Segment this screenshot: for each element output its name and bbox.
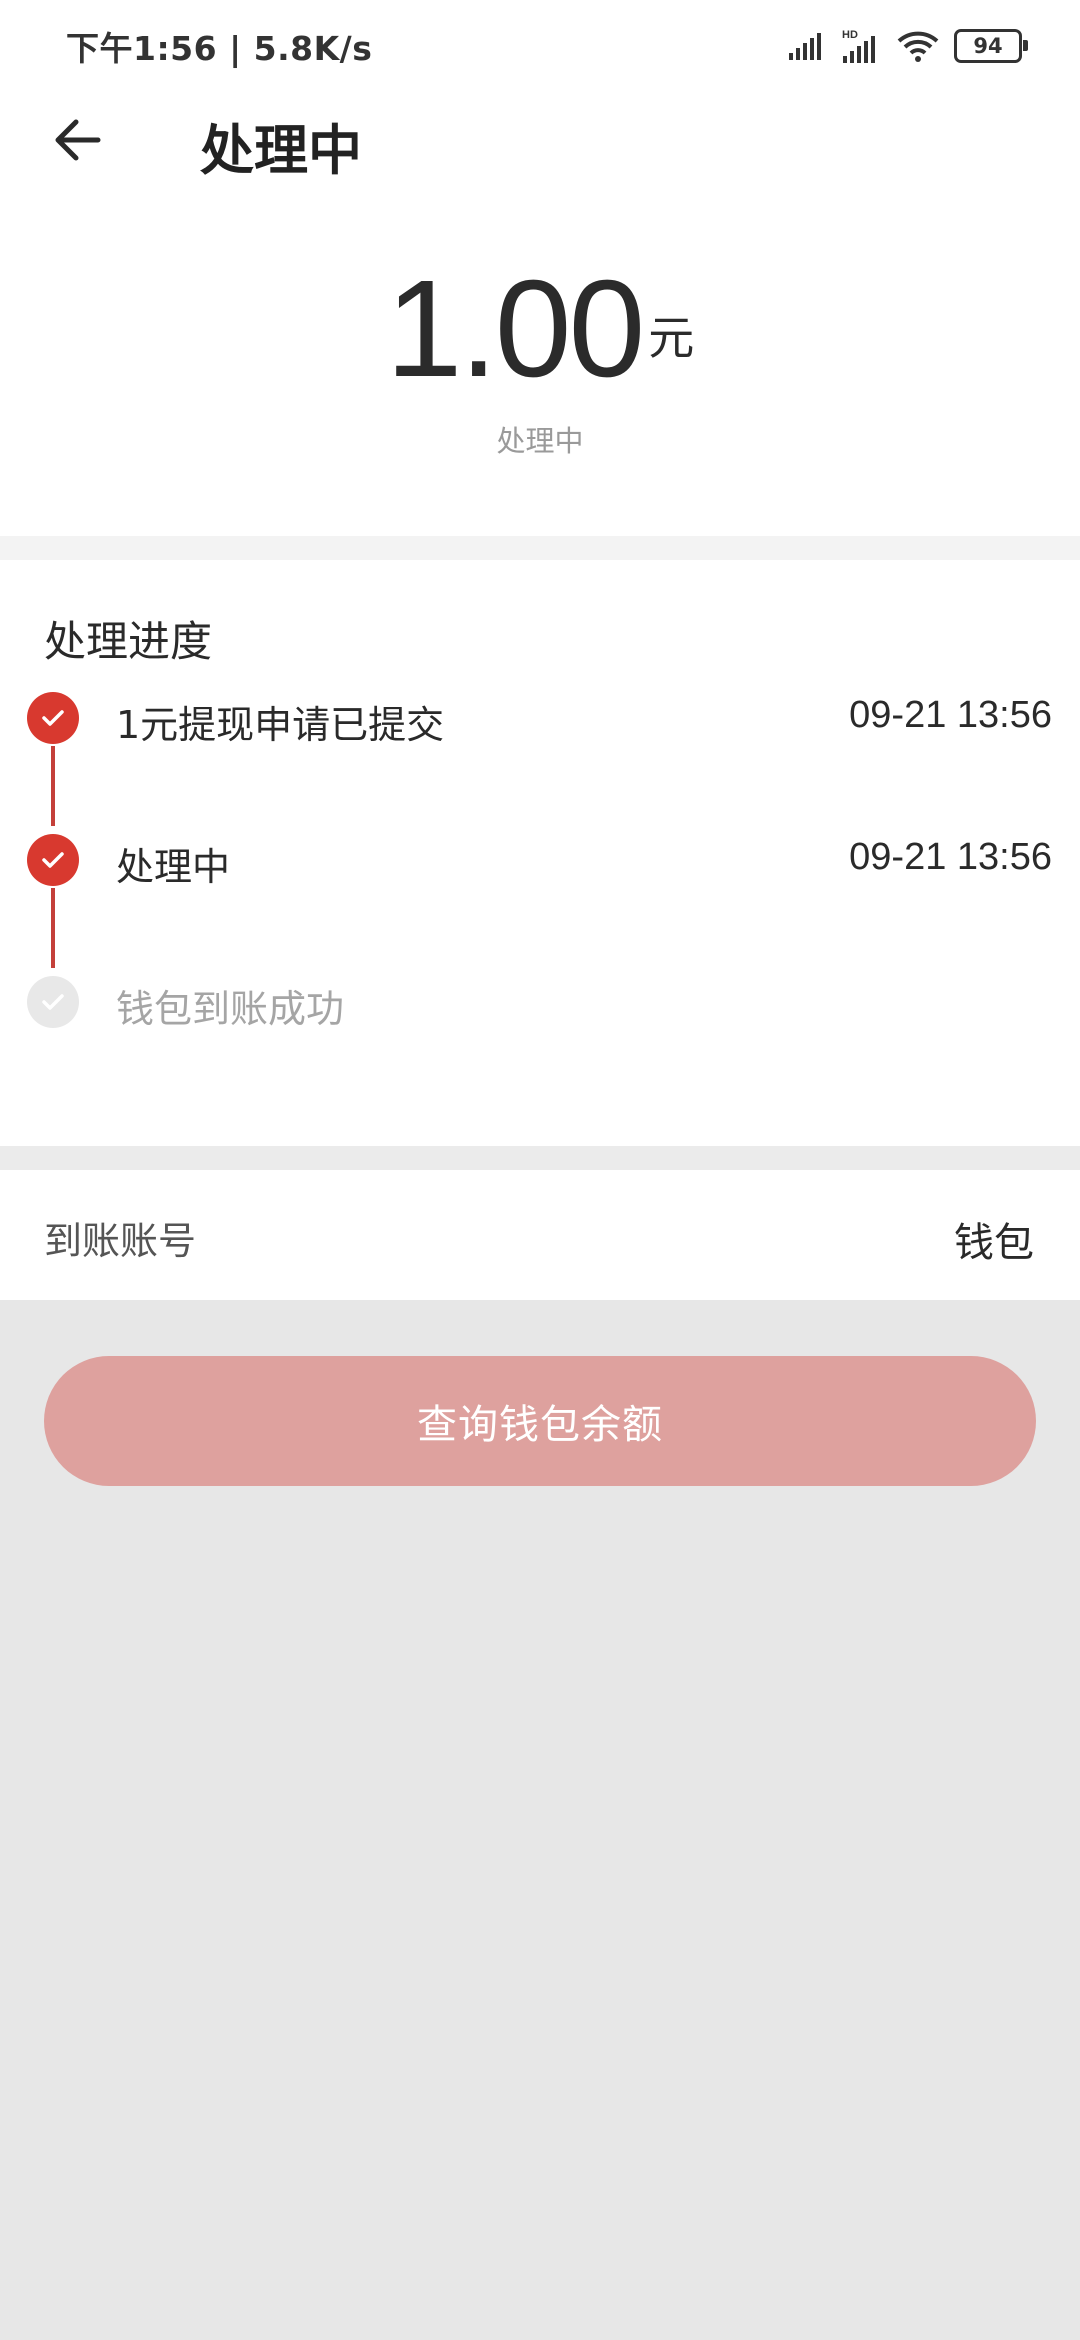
wifi-icon <box>897 31 939 62</box>
check-icon <box>27 834 79 886</box>
step-time: 09-21 13:56 <box>849 694 1052 736</box>
progress-connector <box>51 746 55 826</box>
account-row: 到账账号 钱包 <box>0 1170 1080 1300</box>
signal-icon <box>789 33 821 60</box>
check-icon <box>27 692 79 744</box>
amount-unit: 元 <box>648 311 695 365</box>
check-icon <box>27 976 79 1028</box>
progress-connector <box>51 888 55 968</box>
step-label: 钱包到账成功 <box>116 987 345 1031</box>
step-label: 1元提现申请已提交 <box>116 703 445 747</box>
step-time: 09-21 13:56 <box>849 836 1052 878</box>
battery-icon: 94 <box>954 29 1028 63</box>
status-icons: HD 94 <box>788 26 1028 66</box>
amount-section: 1.00 元 处理中 <box>0 200 1080 536</box>
progress-step: 1元提现申请已提交 09-21 13:56 <box>0 688 1080 748</box>
section-divider <box>0 536 1080 560</box>
app-header: 处理中 <box>0 90 1080 200</box>
progress-section: 处理进度 1元提现申请已提交 09-21 13:56 处理中 09-21 13:… <box>0 560 1080 1146</box>
status-bar: 下午1:56 | 5.8K/s HD 94 <box>0 0 1080 90</box>
back-arrow-icon[interactable] <box>48 110 108 170</box>
account-value: 钱包 <box>954 1220 1034 1266</box>
progress-step: 处理中 09-21 13:56 <box>0 830 1080 890</box>
amount-status: 处理中 <box>496 424 584 458</box>
progress-title: 处理进度 <box>44 617 213 666</box>
progress-step: 钱包到账成功 <box>0 972 1080 1032</box>
check-balance-button[interactable]: 查询钱包余额 <box>44 1356 1036 1486</box>
amount-value: 1.00 <box>385 252 646 406</box>
section-divider <box>0 1146 1080 1170</box>
account-label: 到账账号 <box>44 1219 197 1263</box>
check-balance-label: 查询钱包余额 <box>417 1402 663 1448</box>
step-label: 处理中 <box>116 845 231 889</box>
battery-level: 94 <box>973 34 1003 58</box>
page-title: 处理中 <box>200 119 362 182</box>
amount-row: 1.00 元 <box>0 260 1080 398</box>
hd-label: HD <box>842 29 858 41</box>
hd-signal-icon: HD <box>842 29 875 63</box>
status-time-speed: 下午1:56 | 5.8K/s <box>66 29 373 68</box>
